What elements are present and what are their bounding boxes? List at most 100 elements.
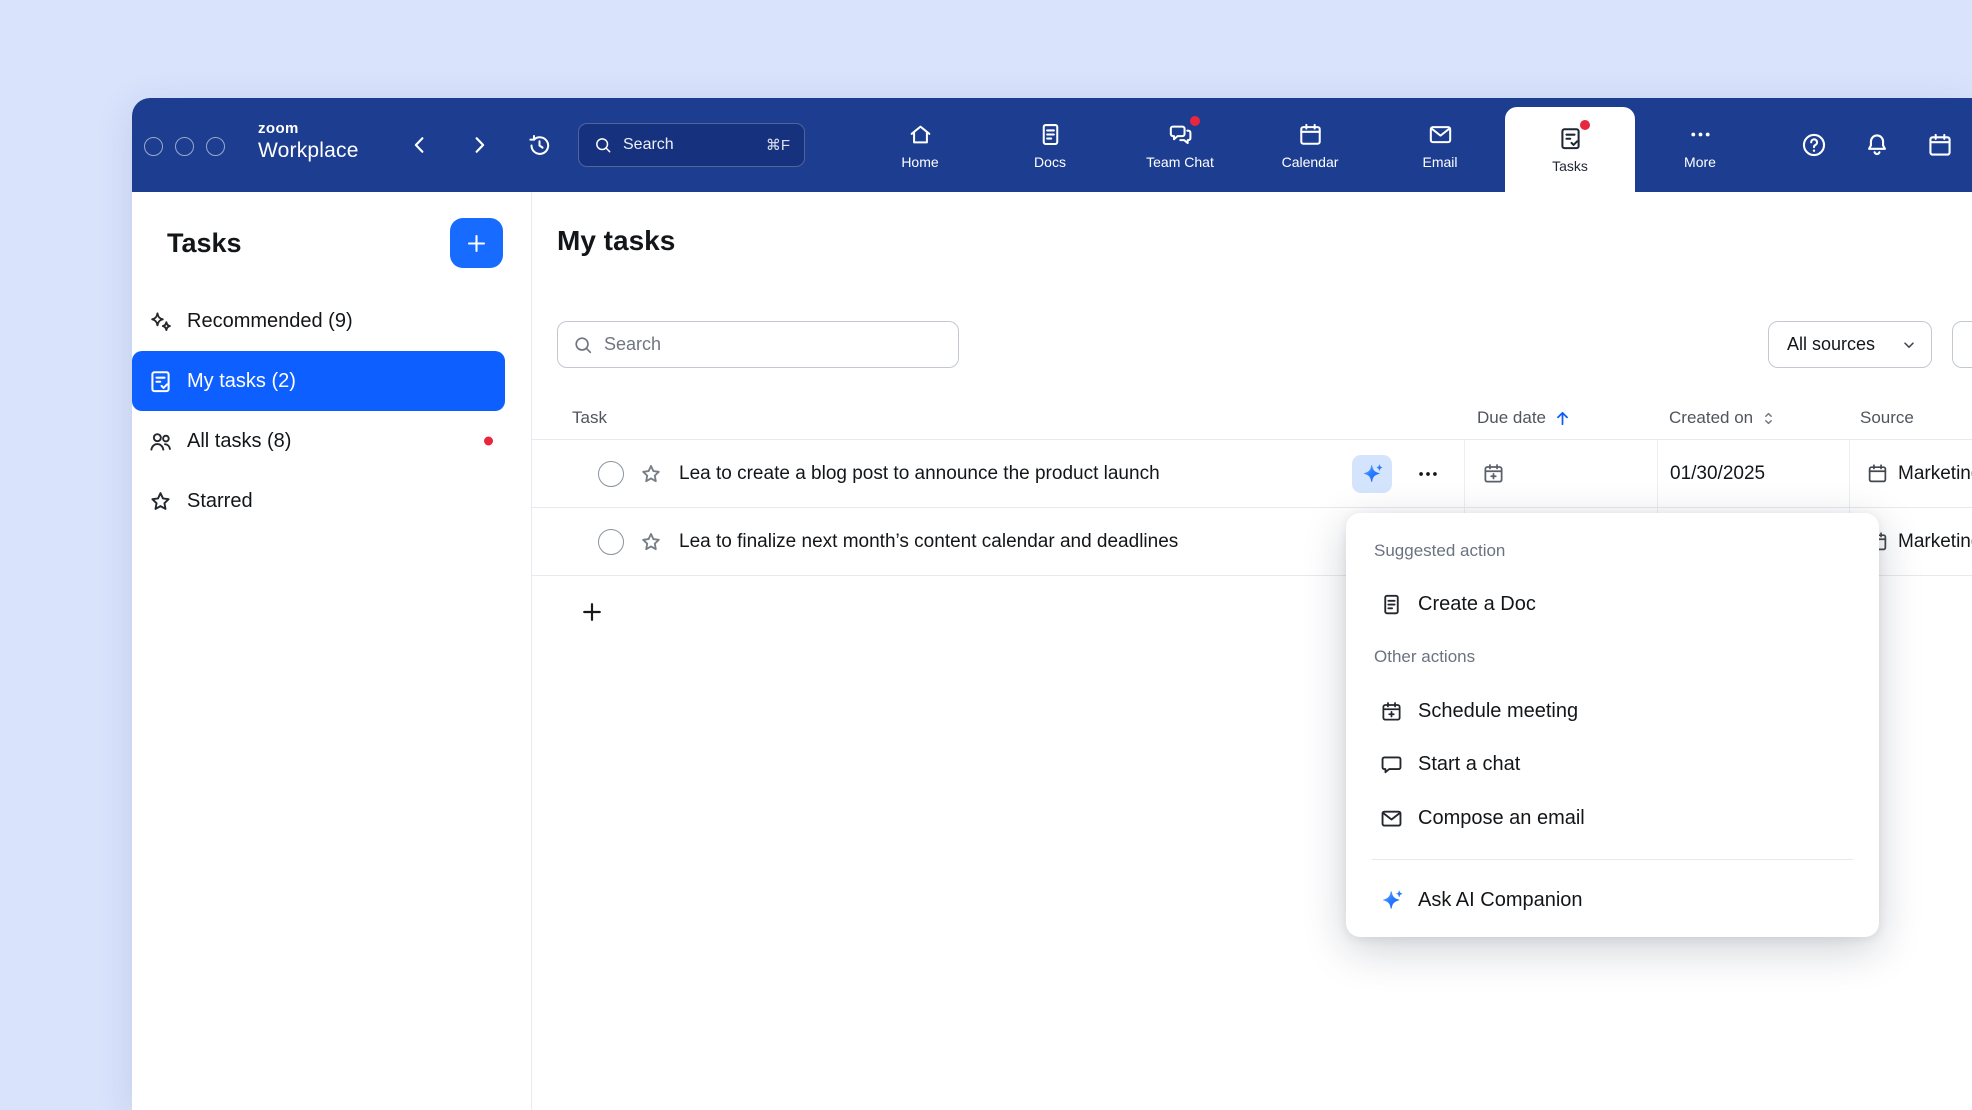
plus-icon: [579, 599, 605, 625]
column-label: Source: [1860, 408, 1914, 428]
sparkles-icon: [147, 308, 174, 335]
column-header-task: Task: [572, 397, 607, 439]
ai-companion-icon: [1379, 888, 1404, 913]
menu-item-label: Schedule meeting: [1418, 700, 1578, 723]
sort-toggle-icon: [1759, 409, 1778, 428]
task-cell: Lea to finalize next month’s content cal…: [532, 508, 1464, 575]
help-icon: [1800, 131, 1828, 159]
menu-item-create-doc[interactable]: Create a Doc: [1346, 581, 1879, 627]
row-more-button[interactable]: [1413, 459, 1443, 489]
nav-item-tasks[interactable]: Tasks: [1505, 107, 1635, 192]
window-control-dot[interactable]: [175, 137, 194, 156]
new-task-button[interactable]: [450, 218, 503, 268]
sources-filter-label: All sources: [1787, 334, 1875, 355]
nav-item-more[interactable]: More: [1635, 98, 1765, 192]
window-control-dot[interactable]: [144, 137, 163, 156]
more-icon: [1687, 121, 1714, 148]
window-control-dot[interactable]: [206, 137, 225, 156]
tasks-search-input[interactable]: [604, 334, 944, 355]
tasks-icon: [1557, 125, 1584, 152]
nav-item-calendar[interactable]: Calendar: [1245, 98, 1375, 192]
history-icon: [526, 132, 553, 159]
add-due-date-button[interactable]: [1481, 461, 1506, 486]
menu-item-ask-ai-companion[interactable]: Ask AI Companion: [1346, 877, 1879, 923]
chevron-left-icon: [407, 132, 433, 158]
notifications-button[interactable]: [1859, 127, 1895, 163]
zoom-workplace-logo: zoom Workplace: [258, 121, 359, 161]
star-toggle[interactable]: [638, 529, 664, 555]
nav-item-home[interactable]: Home: [855, 98, 985, 192]
notifications-bell-icon: [1863, 131, 1891, 159]
menu-item-start-chat[interactable]: Start a chat: [1346, 741, 1879, 787]
global-search[interactable]: ⌘F: [578, 123, 805, 167]
star-icon: [638, 529, 664, 555]
sidebar-menu: Recommended (9) My tasks (2) All tasks (…: [132, 291, 531, 531]
nav-item-email[interactable]: Email: [1375, 98, 1505, 192]
sidebar-item-all-tasks[interactable]: All tasks (8): [132, 411, 505, 471]
unread-dot: [484, 437, 493, 446]
sidebar-item-label: All tasks (8): [187, 430, 291, 453]
column-header-due-date[interactable]: Due date: [1477, 397, 1573, 439]
logo-product: Workplace: [258, 139, 359, 162]
complete-checkbox[interactable]: [598, 461, 624, 487]
nav-label: Tasks: [1552, 158, 1588, 174]
window-controls: [144, 137, 225, 156]
sidebar-item-recommended[interactable]: Recommended (9): [132, 291, 505, 351]
forward-button[interactable]: [461, 127, 497, 163]
tasks-sidebar: Tasks Recommended (9) My tasks (2) All t…: [132, 192, 532, 1110]
source-value: Marketing: [1898, 463, 1972, 485]
sidebar-item-my-tasks[interactable]: My tasks (2): [132, 351, 505, 411]
column-header-created-on[interactable]: Created on: [1669, 397, 1778, 439]
menu-item-label: Compose an email: [1418, 807, 1585, 830]
docs-icon: [1037, 121, 1064, 148]
add-task-button[interactable]: [578, 598, 606, 626]
menu-section-header: Other actions: [1374, 647, 1475, 667]
menu-item-label: Ask AI Companion: [1418, 889, 1583, 912]
menu-item-compose-email[interactable]: Compose an email: [1346, 795, 1879, 841]
history-button[interactable]: [521, 127, 557, 163]
sources-filter-dropdown[interactable]: All sources: [1768, 321, 1932, 368]
my-tasks-panel: My tasks All sources Task Due date Creat…: [532, 192, 1972, 1110]
top-bar: zoom Workplace ⌘F Home Docs: [132, 98, 1972, 192]
nav-item-team-chat[interactable]: Team Chat: [1115, 98, 1245, 192]
source-value: Marketing: [1898, 531, 1972, 553]
nav-label: More: [1684, 154, 1716, 170]
due-date-cell: [1464, 440, 1657, 507]
page-title: My tasks: [557, 225, 675, 257]
plus-icon: [464, 231, 489, 256]
clipped-toolbar-button[interactable]: [1952, 321, 1972, 368]
task-title: Lea to finalize next month’s content cal…: [679, 531, 1178, 553]
source-calendar-icon: [1866, 462, 1889, 485]
people-icon: [147, 428, 174, 455]
nav-item-docs[interactable]: Docs: [985, 98, 1115, 192]
sidebar-item-label: My tasks (2): [187, 370, 296, 393]
chevron-right-icon: [466, 132, 492, 158]
menu-item-schedule-meeting[interactable]: Schedule meeting: [1346, 688, 1879, 734]
menu-item-label: Create a Doc: [1418, 593, 1536, 616]
ai-companion-actions-button[interactable]: [1352, 455, 1392, 493]
table-header: Task Due date Created on Source: [532, 397, 1972, 440]
sidebar-item-label: Recommended (9): [187, 310, 353, 333]
nav-label: Docs: [1034, 154, 1066, 170]
sidebar-item-starred[interactable]: Starred: [132, 471, 505, 531]
star-toggle[interactable]: [638, 461, 664, 487]
star-icon: [147, 488, 174, 515]
created-on-cell: 01/30/2025: [1657, 440, 1849, 507]
nav-label: Calendar: [1282, 154, 1339, 170]
column-label: Created on: [1669, 408, 1753, 428]
back-button[interactable]: [402, 127, 438, 163]
complete-checkbox[interactable]: [598, 529, 624, 555]
calendar-panel-button[interactable]: [1922, 127, 1958, 163]
table-row[interactable]: Lea to create a blog post to announce th…: [532, 440, 1972, 508]
menu-item-label: Start a chat: [1418, 753, 1520, 776]
tasks-search[interactable]: [557, 321, 959, 368]
global-search-input[interactable]: [623, 136, 756, 154]
menu-divider: [1372, 859, 1853, 860]
calendar-panel-icon: [1926, 131, 1954, 159]
search-shortcut: ⌘F: [766, 136, 790, 154]
help-button[interactable]: [1796, 127, 1832, 163]
column-header-source: Source: [1860, 397, 1914, 439]
column-label: Task: [572, 408, 607, 428]
search-icon: [572, 334, 594, 356]
chevron-down-icon: [1899, 335, 1919, 355]
